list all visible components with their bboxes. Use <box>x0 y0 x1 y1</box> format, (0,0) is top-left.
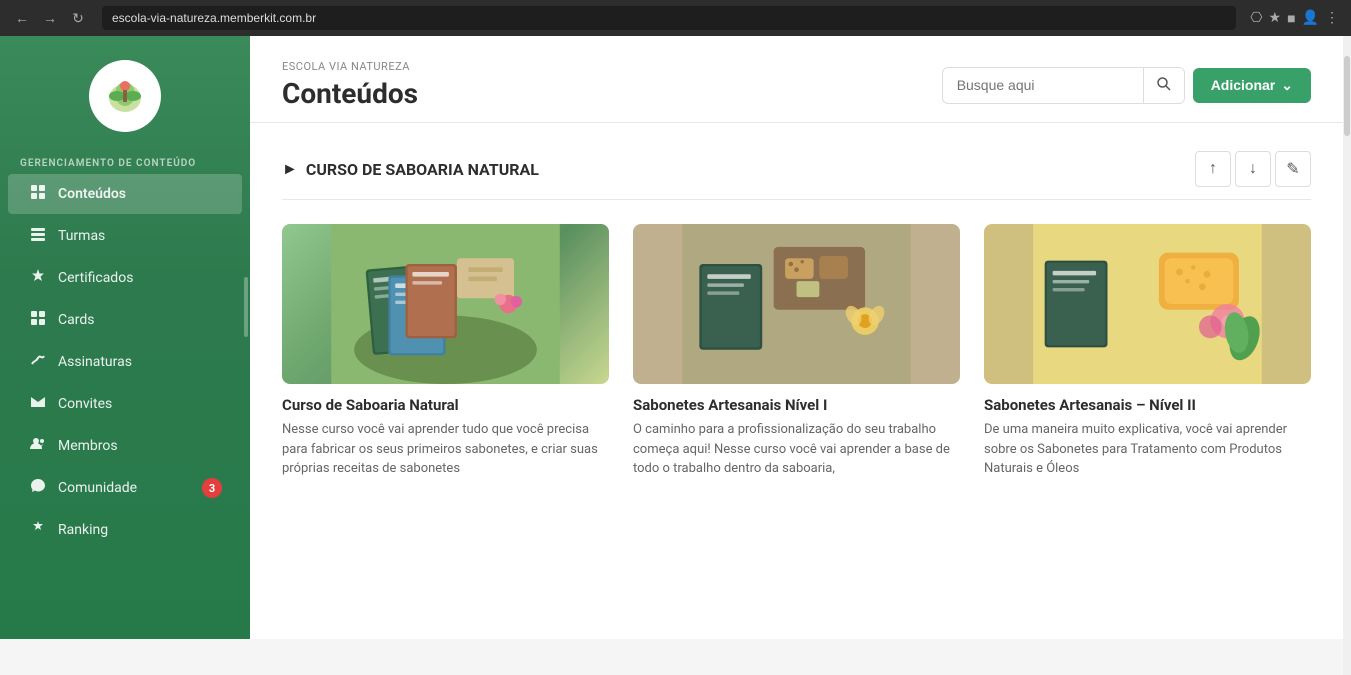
membros-icon <box>28 436 48 456</box>
sidebar-scrollbar <box>244 277 248 337</box>
course-title: ► CURSO DE SABOARIA NATURAL <box>282 159 539 179</box>
browser-bar: ← → ↻ ⎔ ★ ■ 👤 ⋮ <box>0 0 1351 36</box>
course-actions: ↑ ↓ ✎ <box>1195 151 1311 187</box>
card-2-thumbnail <box>633 224 960 384</box>
sidebar-logo <box>89 60 161 132</box>
card-3-thumbnail <box>984 224 1311 384</box>
cards-grid: Curso de Saboaria Natural Nesse curso vo… <box>282 224 1311 503</box>
sidebar-item-convites[interactable]: Convites <box>8 384 242 424</box>
sidebar-logo-area <box>0 36 250 148</box>
search-input[interactable] <box>943 69 1143 101</box>
forward-button[interactable]: → <box>40 8 60 28</box>
sidebar-item-ranking[interactable]: Ranking <box>8 510 242 550</box>
comunidade-badge: 3 <box>202 478 222 498</box>
card-1-description: Nesse curso você vai aprender tudo que v… <box>282 420 609 479</box>
sidebar-item-assinaturas[interactable]: Assinaturas <box>8 342 242 382</box>
scrollbar-thumb <box>1344 56 1350 136</box>
down-icon: ↓ <box>1249 160 1257 178</box>
profile-icon[interactable]: 👤 <box>1302 10 1319 26</box>
list-item[interactable]: Sabonetes Artesanais Nível I O caminho p… <box>633 224 960 479</box>
up-icon: ↑ <box>1209 160 1217 178</box>
main-scroll[interactable]: ESCOLA VIA NATUREZA Conteúdos Adicionar … <box>250 36 1343 639</box>
add-chevron-icon: ⌄ <box>1281 77 1293 94</box>
ranking-label: Ranking <box>58 522 108 538</box>
list-item[interactable]: Sabonetes Artesanais – Nível II De uma m… <box>984 224 1311 479</box>
card-2-title: Sabonetes Artesanais Nível I <box>633 396 960 414</box>
certificados-icon <box>28 268 48 288</box>
add-button[interactable]: Adicionar ⌄ <box>1193 68 1311 103</box>
url-bar[interactable] <box>102 6 1236 30</box>
certificados-label: Certificados <box>58 270 133 286</box>
sidebar-item-conteudos[interactable]: Conteúdos <box>8 174 242 214</box>
right-scrollbar[interactable] <box>1343 36 1351 675</box>
cards-label: Cards <box>58 312 94 328</box>
reload-button[interactable]: ↻ <box>68 8 88 28</box>
card-3-title: Sabonetes Artesanais – Nível II <box>984 396 1311 414</box>
card-1-thumbnail <box>282 224 609 384</box>
course-down-button[interactable]: ↓ <box>1235 151 1271 187</box>
back-button[interactable]: ← <box>12 8 32 28</box>
comunidade-label: Comunidade <box>58 480 137 496</box>
extension-icon[interactable]: ■ <box>1287 10 1295 27</box>
course-header: ► CURSO DE SABOARIA NATURAL ↑ ↓ ✎ <box>282 151 1311 200</box>
conteudos-label: Conteúdos <box>58 186 126 202</box>
main-content: ESCOLA VIA NATUREZA Conteúdos Adicionar … <box>250 36 1343 639</box>
sidebar-item-membros[interactable]: Membros <box>8 426 242 466</box>
convites-icon <box>28 394 48 414</box>
conteudos-icon <box>28 184 48 204</box>
convites-label: Convites <box>58 396 112 412</box>
sidebar-section-label: GERENCIAMENTO DE CONTEÚDO <box>0 148 250 173</box>
membros-label: Membros <box>58 438 118 454</box>
sidebar-item-turmas[interactable]: Turmas <box>8 216 242 256</box>
comunidade-icon <box>28 478 48 498</box>
ranking-icon <box>28 520 48 540</box>
card-2-description: O caminho para a profissionalização do s… <box>633 420 960 479</box>
turmas-icon <box>28 226 48 246</box>
logo-inner <box>91 62 159 130</box>
sidebar-nav: Conteúdos Turmas Certificados Cards <box>0 173 250 639</box>
assinaturas-icon <box>28 352 48 372</box>
edit-icon: ✎ <box>1286 159 1299 179</box>
search-button[interactable] <box>1143 68 1184 103</box>
breadcrumb: ESCOLA VIA NATUREZA <box>282 60 418 73</box>
list-item[interactable]: Curso de Saboaria Natural Nesse curso vo… <box>282 224 609 479</box>
card-1-title: Curso de Saboaria Natural <box>282 396 609 414</box>
cards-icon <box>28 310 48 330</box>
header-left: ESCOLA VIA NATUREZA Conteúdos <box>282 60 418 110</box>
course-edit-button[interactable]: ✎ <box>1275 151 1311 187</box>
course-title-text: CURSO DE SABOARIA NATURAL <box>306 160 539 179</box>
page-title: Conteúdos <box>282 77 418 110</box>
card-3-description: De uma maneira muito explicativa, você v… <box>984 420 1311 479</box>
content-header: ESCOLA VIA NATUREZA Conteúdos Adicionar … <box>250 36 1343 123</box>
course-arrow-icon: ► <box>282 159 298 179</box>
star-icon[interactable]: ★ <box>1269 10 1282 26</box>
menu-icon[interactable]: ⋮ <box>1325 10 1339 26</box>
search-bar <box>942 67 1185 104</box>
sidebar: GERENCIAMENTO DE CONTEÚDO Conteúdos Turm… <box>0 36 250 639</box>
app-wrapper: GERENCIAMENTO DE CONTEÚDO Conteúdos Turm… <box>0 36 1351 675</box>
sidebar-item-certificados[interactable]: Certificados <box>8 258 242 298</box>
course-section: ► CURSO DE SABOARIA NATURAL ↑ ↓ ✎ <box>250 123 1343 503</box>
turmas-label: Turmas <box>58 228 105 244</box>
add-button-label: Adicionar <box>1211 77 1276 93</box>
sidebar-item-cards[interactable]: Cards <box>8 300 242 340</box>
header-right: Adicionar ⌄ <box>942 67 1311 104</box>
course-up-button[interactable]: ↑ <box>1195 151 1231 187</box>
sidebar-item-comunidade[interactable]: Comunidade 3 <box>8 468 242 508</box>
assinaturas-label: Assinaturas <box>58 354 132 370</box>
share-icon[interactable]: ⎔ <box>1250 10 1262 26</box>
